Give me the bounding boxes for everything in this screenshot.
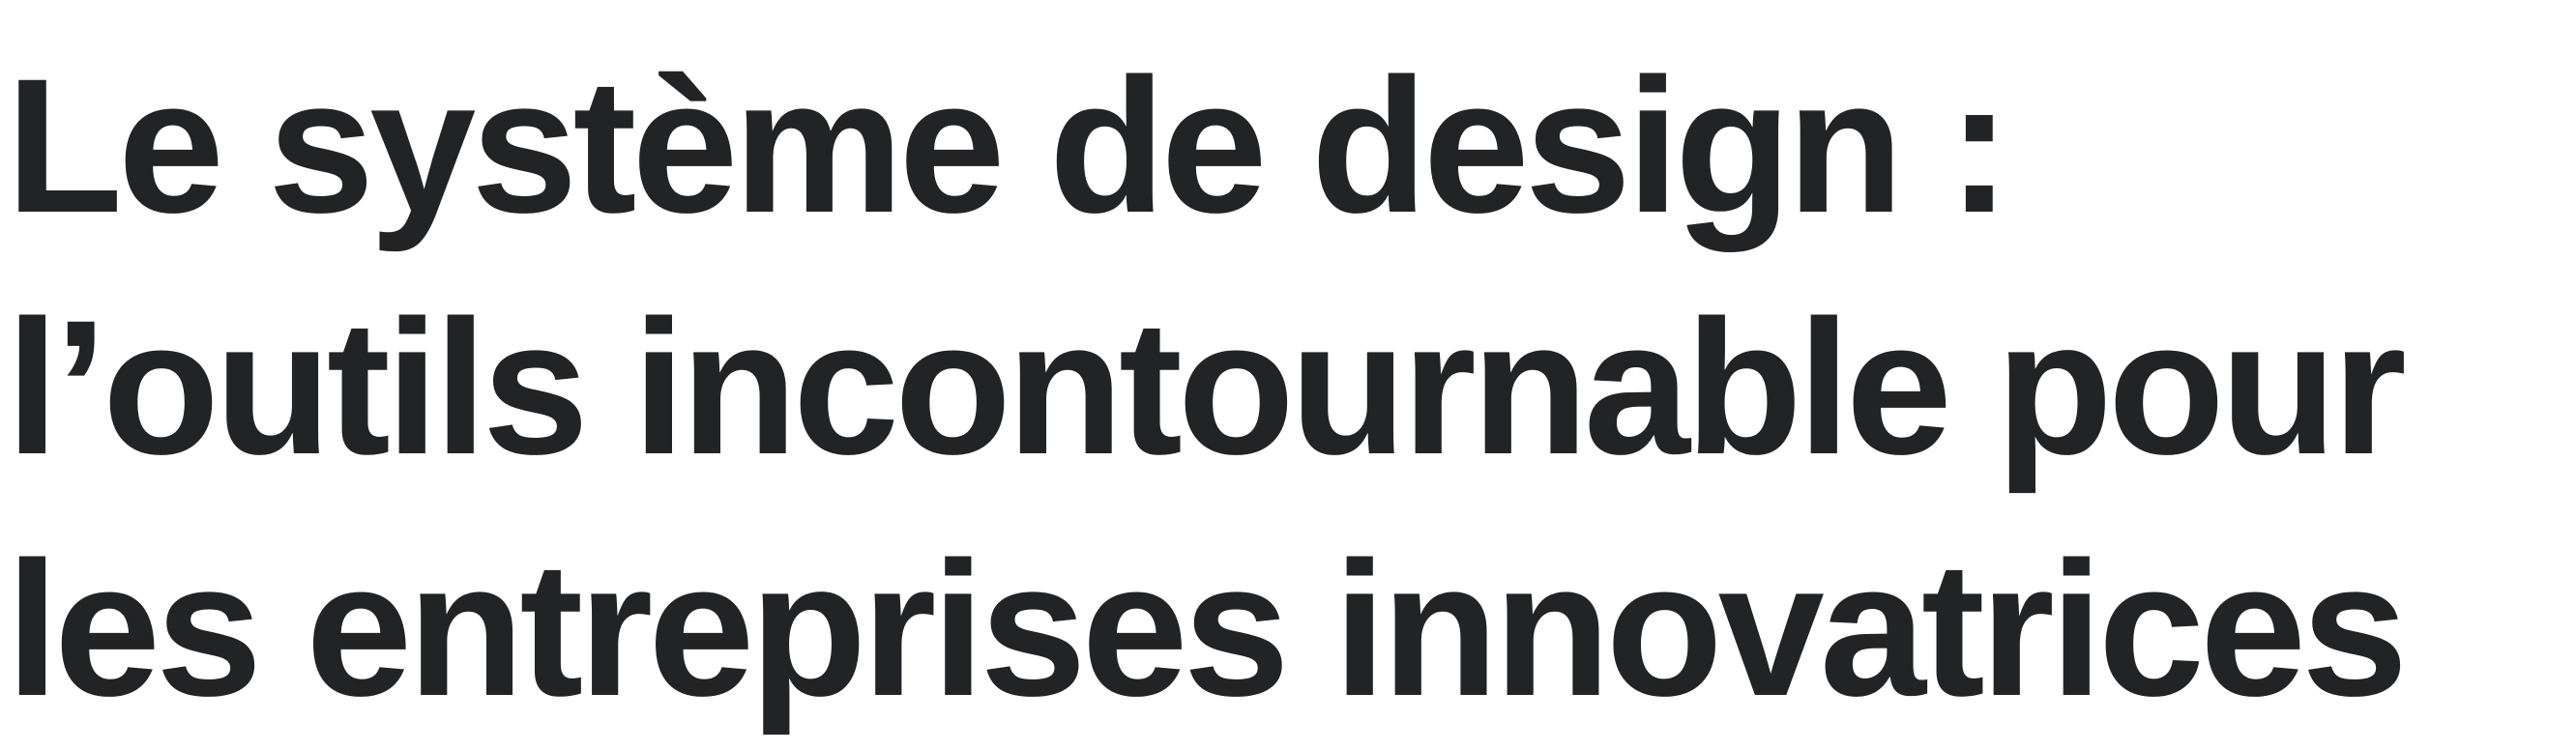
headline-line-1: Le système de design : — [6, 39, 2011, 252]
headline-line-2: l’outils incontournable pour — [6, 280, 2407, 494]
page-headline: Le système de design : l’outils incontou… — [6, 25, 2408, 750]
headline-line-3: les entreprises innovatrices — [6, 522, 2408, 736]
